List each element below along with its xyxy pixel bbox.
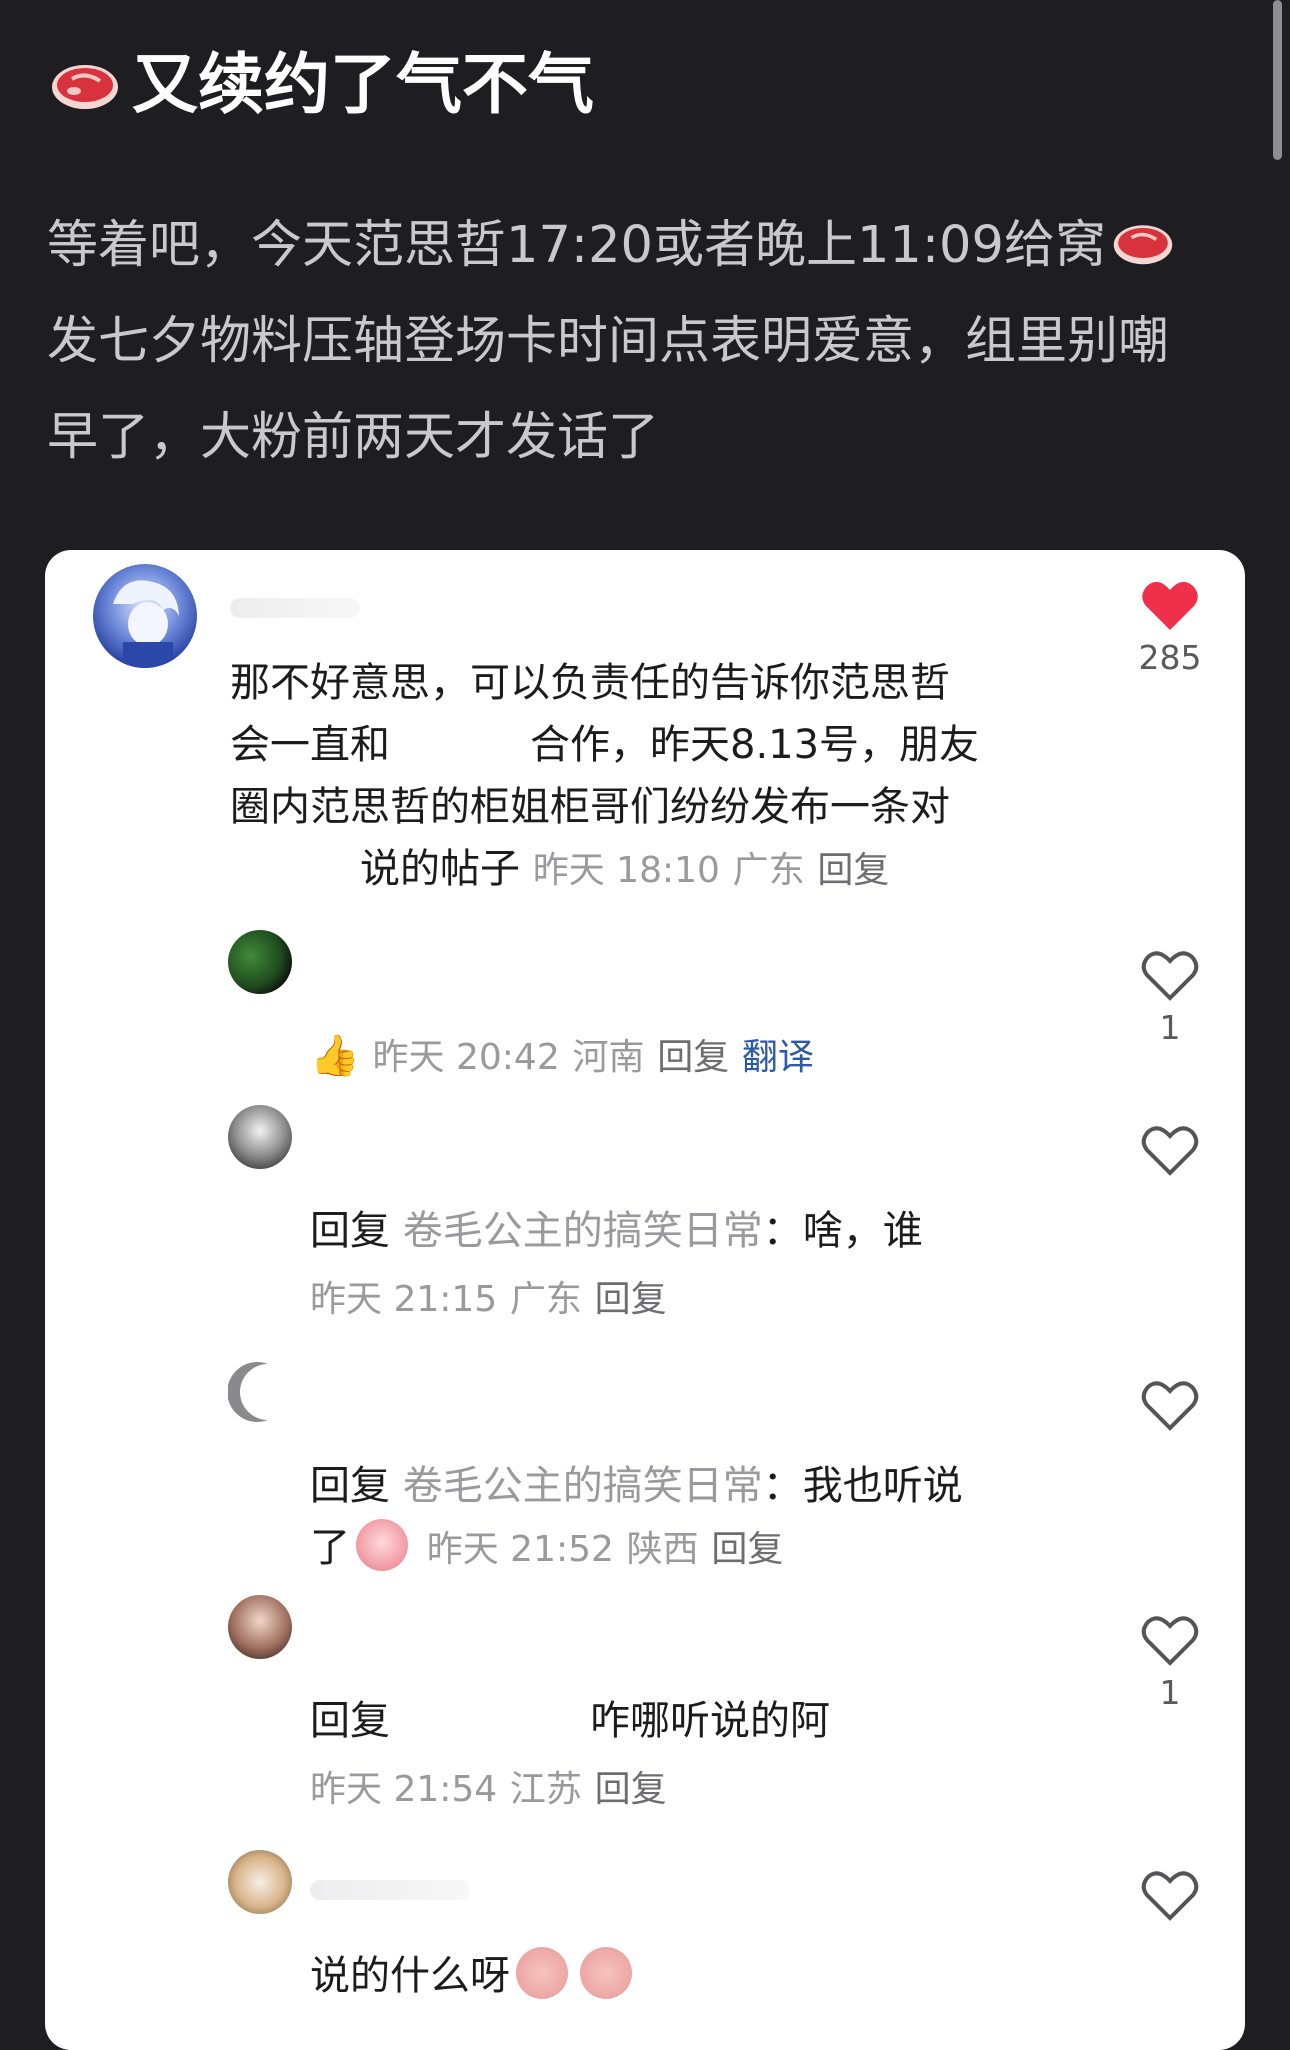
reply-item: 👍 昨天 20:42 河南 回复 翻译 1 bbox=[45, 930, 1245, 1080]
moon-avatar-icon[interactable] bbox=[228, 1360, 292, 1424]
heart-outline-icon bbox=[1141, 1126, 1199, 1176]
reply-text: 回复 咋哪听说的阿 bbox=[310, 1698, 830, 1744]
post-title: 又续约了气不气 bbox=[50, 40, 594, 130]
avatar[interactable] bbox=[228, 1850, 292, 1914]
heart-outline-icon bbox=[1141, 1381, 1199, 1431]
reply-button[interactable]: 回复 bbox=[595, 1279, 667, 1320]
avatar[interactable] bbox=[228, 1105, 292, 1169]
post-body-part2: 发七夕物料压轴登场卡时间点表明爱意，组里别嘲早了，大粉前两天才发话了 bbox=[47, 312, 1170, 467]
like-button[interactable] bbox=[1125, 1123, 1215, 1177]
avatar[interactable] bbox=[228, 930, 292, 994]
main-comment: 那不好意思，可以负责任的告诉你范思哲 会一直和 合作，昨天8.13号，朋友 圈内范… bbox=[45, 550, 1245, 892]
reply-text: 回复 卷毛公主的搞笑日常：我也听说 了 昨天 21:52 陕西 回复 bbox=[310, 1463, 963, 1571]
reply-meta-line: 👍 昨天 20:42 河南 回复 翻译 bbox=[310, 1025, 1110, 1089]
like-button[interactable]: 285 bbox=[1125, 578, 1215, 677]
crying-face-icon bbox=[356, 1519, 408, 1571]
reply-text: 回复 卷毛公主的搞笑日常：啥，谁 bbox=[310, 1208, 923, 1254]
reply-time: 昨天 21:52 bbox=[426, 1529, 614, 1570]
post-body-part1: 等着吧，今天范思哲17:20或者晚上11:09给窝 bbox=[47, 216, 1106, 275]
reply-item: 回复 卷毛公主的搞笑日常：啥，谁 昨天 21:15 广东 回复 bbox=[45, 1105, 1245, 1325]
reply-meta-line: 昨天 21:15 广东 回复 bbox=[310, 1267, 1150, 1331]
scrollbar[interactable] bbox=[1273, 0, 1282, 160]
reply-button[interactable]: 回复 bbox=[817, 850, 889, 891]
thumbs-up-icon: 👍 bbox=[310, 1033, 360, 1079]
reply-location: 河南 bbox=[572, 1037, 645, 1078]
like-count: 1 bbox=[1159, 1008, 1181, 1047]
reply-item: 回复 卷毛公主的搞笑日常：我也听说 了 昨天 21:52 陕西 回复 bbox=[45, 1360, 1245, 1580]
reply-item: 说的什么呀 bbox=[45, 1850, 1245, 2050]
reply-location: 陕西 bbox=[626, 1529, 699, 1570]
translate-button[interactable]: 翻译 bbox=[742, 1037, 814, 1078]
reply-time: 昨天 20:42 bbox=[372, 1037, 560, 1078]
anime-avatar-icon bbox=[113, 580, 179, 668]
like-button[interactable]: 1 bbox=[1125, 1613, 1215, 1712]
post-title-text: 又续约了气不气 bbox=[132, 46, 594, 123]
reply-meta-line: 昨天 21:54 江苏 回复 bbox=[310, 1757, 1150, 1821]
heart-icon bbox=[1142, 581, 1198, 630]
reply-text: 说的什么呀 bbox=[310, 1945, 1150, 2007]
comment-text: 那不好意思，可以负责任的告诉你范思哲 会一直和 合作，昨天8.13号，朋友 圈内范… bbox=[230, 660, 980, 892]
like-count: 1 bbox=[1159, 1673, 1181, 1712]
reply-button[interactable]: 回复 bbox=[711, 1529, 783, 1570]
username-masked[interactable] bbox=[310, 1880, 470, 1900]
like-button[interactable]: 1 bbox=[1125, 948, 1215, 1047]
reply-item: 回复 咋哪听说的阿 昨天 21:54 江苏 回复 1 bbox=[45, 1595, 1245, 1815]
reply-time: 昨天 21:54 bbox=[310, 1769, 498, 1810]
like-button[interactable] bbox=[1125, 1868, 1215, 1922]
emoji-icon bbox=[516, 1947, 568, 1999]
reply-button[interactable]: 回复 bbox=[595, 1769, 667, 1810]
avatar[interactable] bbox=[228, 1595, 292, 1659]
emoji-icon bbox=[580, 1947, 632, 1999]
steak-icon bbox=[52, 65, 118, 109]
reply-location: 江苏 bbox=[509, 1769, 582, 1810]
avatar[interactable] bbox=[93, 564, 197, 668]
like-button[interactable] bbox=[1125, 1378, 1215, 1432]
steak-icon bbox=[1113, 225, 1173, 265]
reply-button[interactable]: 回复 bbox=[657, 1037, 729, 1078]
reply-target-user[interactable]: 卷毛公主的搞笑日常 bbox=[403, 1208, 763, 1254]
heart-outline-icon bbox=[1141, 1871, 1199, 1921]
comment-card: 那不好意思，可以负责任的告诉你范思哲 会一直和 合作，昨天8.13号，朋友 圈内范… bbox=[45, 550, 1245, 2050]
username-masked[interactable] bbox=[230, 598, 360, 618]
reply-target-user[interactable]: 卷毛公主的搞笑日常 bbox=[403, 1463, 763, 1509]
post-body: 等着吧，今天范思哲17:20或者晚上11:09给窝 发七夕物料压轴登场卡时间点表… bbox=[47, 198, 1207, 486]
like-count: 285 bbox=[1138, 638, 1202, 677]
heart-outline-icon bbox=[1141, 951, 1199, 1001]
reply-location: 广东 bbox=[509, 1279, 582, 1320]
comment-location: 广东 bbox=[732, 850, 805, 891]
reply-time: 昨天 21:15 bbox=[310, 1279, 498, 1320]
comment-time: 昨天 18:10 bbox=[532, 850, 720, 891]
heart-outline-icon bbox=[1141, 1616, 1199, 1666]
